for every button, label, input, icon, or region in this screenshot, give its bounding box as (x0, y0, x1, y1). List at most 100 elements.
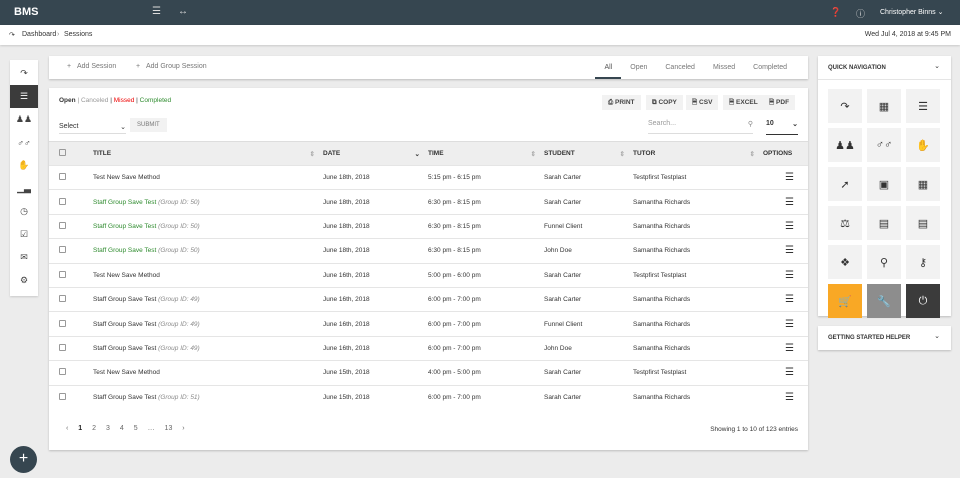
page-button[interactable]: 5 (134, 425, 138, 432)
sessions-icon[interactable]: ☰ (906, 89, 940, 123)
location-icon[interactable]: ⚲ (867, 245, 901, 279)
add-group-session-button[interactable]: + Add Group Session (136, 63, 207, 70)
row-checkbox[interactable] (59, 392, 66, 400)
search-input[interactable]: Search... ⚲ (648, 120, 753, 134)
session-title[interactable]: Test New Save Method (93, 369, 160, 376)
session-title[interactable]: Staff Group Save Test (93, 345, 156, 352)
pdf-button[interactable]: 🗎 PDF (763, 95, 796, 110)
tab-completed[interactable]: Completed (744, 56, 796, 79)
next-page-button[interactable]: › (182, 425, 184, 432)
row-checkbox[interactable] (59, 295, 66, 303)
getting-started-panel[interactable]: GETTING STARTED HELPER ⌄ (818, 326, 951, 350)
table-row[interactable]: Staff Group Save Test (Group ID: 50) Jun… (49, 189, 808, 215)
options-menu-icon[interactable]: ☰ (763, 189, 808, 215)
table-row[interactable]: Test New Save Method June 15th, 2018 4:0… (49, 360, 808, 386)
table-row[interactable]: Staff Group Save Test (Group ID: 49) Jun… (49, 286, 808, 312)
checklist-icon[interactable]: ☑ (10, 223, 38, 246)
col-tutor[interactable]: TUTOR ⇕ (633, 141, 763, 166)
row-checkbox[interactable] (59, 197, 66, 205)
row-checkbox[interactable] (59, 319, 66, 327)
page-button[interactable]: 13 (165, 425, 173, 432)
options-menu-icon[interactable]: ☰ (763, 286, 808, 312)
tab-canceled[interactable]: Canceled (656, 56, 704, 79)
add-fab-button[interactable]: + (10, 446, 37, 473)
table-row[interactable]: Staff Group Save Test (Group ID: 49) Jun… (49, 335, 808, 361)
table-row[interactable]: Test New Save Method June 18th, 2018 5:1… (49, 164, 808, 190)
calendar-icon[interactable]: ▦ (867, 89, 901, 123)
key-icon[interactable]: ⚷ (906, 245, 940, 279)
session-title[interactable]: Staff Group Save Test (93, 296, 156, 303)
table-row[interactable]: Staff Group Save Test (Group ID: 51) Jun… (49, 384, 808, 410)
page-button[interactable]: 1 (78, 425, 82, 432)
table-row[interactable]: Staff Group Save Test (Group ID: 49) Jun… (49, 311, 808, 337)
page-button[interactable]: 4 (120, 425, 124, 432)
groups-icon[interactable]: ♟♟ (828, 128, 862, 162)
col-time[interactable]: TIME ⇕ (428, 141, 544, 166)
table-row[interactable]: Staff Group Save Test (Group ID: 50) Jun… (49, 238, 808, 264)
col-date[interactable]: DATE ⌄ (323, 141, 428, 166)
power-icon[interactable]: ⏻ (906, 284, 940, 318)
credit-card-icon[interactable]: ▣ (867, 167, 901, 201)
col-student[interactable]: STUDENT ⇕ (544, 141, 633, 166)
hand-icon[interactable]: ✋ (10, 154, 38, 177)
add-session-button[interactable]: + Add Session (67, 63, 116, 70)
dashboard-icon[interactable]: ↷ (828, 89, 862, 123)
excel-button[interactable]: 🗎 EXCEL (723, 95, 764, 110)
print-button[interactable]: ⎙ PRINT (602, 95, 641, 110)
col-title[interactable]: TITLE ⇕ (93, 141, 323, 166)
row-checkbox[interactable] (59, 246, 66, 254)
session-title[interactable]: Staff Group Save Test (93, 247, 156, 254)
page-button[interactable]: 2 (92, 425, 96, 432)
session-title[interactable]: Staff Group Save Test (93, 199, 156, 206)
expand-icon[interactable]: ↔ (178, 6, 188, 17)
users-icon[interactable]: ♂♂ (867, 128, 901, 162)
tab-open[interactable]: Open (621, 56, 656, 79)
row-checkbox[interactable] (59, 173, 66, 181)
options-menu-icon[interactable]: ☰ (763, 213, 808, 239)
submit-button[interactable]: SUBMIT (130, 118, 167, 132)
copy-button[interactable]: ⧉ COPY (646, 95, 683, 110)
session-title[interactable]: Staff Group Save Test (93, 321, 156, 328)
list-icon[interactable]: ▤ (867, 206, 901, 240)
sessions-icon[interactable]: ☰ (10, 85, 38, 108)
mail-icon[interactable]: ✉ (10, 246, 38, 269)
scale-icon[interactable]: ⚖ (828, 206, 862, 240)
trend-icon[interactable]: ➚ (828, 167, 862, 201)
area-chart-icon[interactable]: ▤ (906, 206, 940, 240)
settings-icon[interactable]: ⚙ (10, 269, 38, 292)
bulk-action-select[interactable]: Select ⌄ (59, 118, 126, 134)
tab-all[interactable]: All (595, 56, 622, 79)
row-checkbox[interactable] (59, 343, 66, 351)
options-menu-icon[interactable]: ☰ (763, 335, 808, 361)
options-menu-icon[interactable]: ☰ (763, 164, 808, 190)
options-menu-icon[interactable]: ☰ (763, 360, 808, 386)
hand-icon[interactable]: ✋ (906, 128, 940, 162)
options-menu-icon[interactable]: ☰ (763, 311, 808, 337)
groups-icon[interactable]: ♟♟ (10, 108, 38, 131)
session-title[interactable]: Test New Save Method (93, 174, 160, 181)
user-menu[interactable]: Christopher Binns ⌄ (880, 8, 943, 16)
session-title[interactable]: Test New Save Method (93, 272, 160, 279)
prev-page-button[interactable]: ‹ (66, 425, 68, 432)
table-row[interactable]: Test New Save Method June 16th, 2018 5:0… (49, 262, 808, 288)
csv-button[interactable]: 🗎 CSV (686, 95, 719, 110)
tags-icon[interactable]: ❖ (828, 245, 862, 279)
select-all-checkbox[interactable] (59, 149, 66, 156)
row-checkbox[interactable] (59, 221, 66, 229)
session-title[interactable]: Staff Group Save Test (93, 223, 156, 230)
help-icon[interactable]: ❓ (830, 7, 841, 18)
info-icon[interactable]: ⓘ (856, 7, 865, 20)
session-title[interactable]: Staff Group Save Test (93, 394, 156, 401)
options-menu-icon[interactable]: ☰ (763, 238, 808, 264)
breadcrumb-dashboard[interactable]: Dashboard (22, 31, 56, 38)
wrench-icon[interactable]: 🔧 (867, 284, 901, 318)
page-button[interactable]: 3 (106, 425, 110, 432)
users-icon[interactable]: ♂♂ (10, 131, 38, 154)
menu-icon[interactable]: ☰ (152, 6, 161, 17)
dashboard-grid-icon[interactable]: ▦ (906, 167, 940, 201)
cart-icon[interactable]: 🛒 (828, 284, 862, 318)
reports-icon[interactable]: ▁▃ (10, 177, 38, 200)
tab-missed[interactable]: Missed (704, 56, 744, 79)
row-checkbox[interactable] (59, 270, 66, 278)
page-size-select[interactable]: 10 ⌄ (766, 120, 798, 135)
